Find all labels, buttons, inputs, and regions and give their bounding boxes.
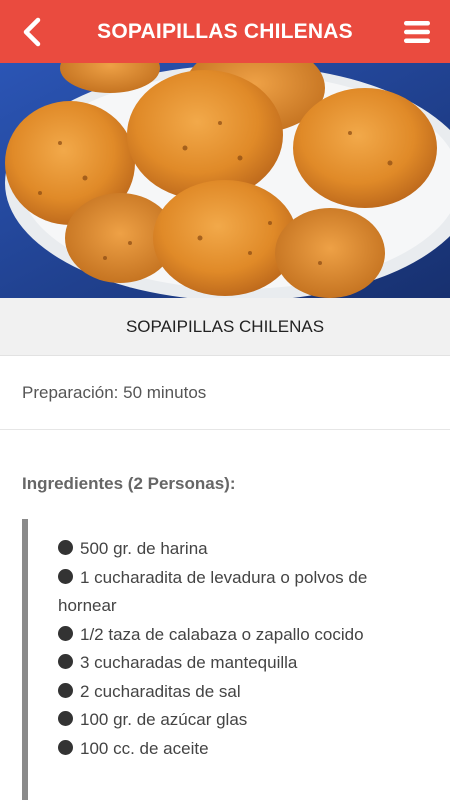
bullet-icon	[58, 739, 73, 755]
bullet-icon	[58, 540, 73, 555]
recipe-title: SOPAIPILLAS CHILENAS	[0, 298, 450, 356]
hamburger-menu-icon	[404, 21, 430, 43]
app-bar: SOPAIPILLAS CHILENAS	[0, 0, 450, 63]
ingredient-item: 100 cc. de aceite	[58, 735, 422, 764]
bullet-icon	[58, 568, 73, 584]
menu-button[interactable]	[402, 17, 432, 47]
ingredients-list: 500 gr. de harina 1 cucharadita de levad…	[58, 535, 422, 763]
back-button[interactable]	[18, 16, 46, 48]
ingredients-heading: Ingredientes (2 Personas):	[22, 474, 236, 493]
ingredient-item: 1 cucharadita de levadura o polvos de ho…	[58, 567, 368, 615]
chevron-left-icon	[23, 17, 41, 47]
bullet-icon	[58, 711, 73, 726]
preparation-time: Preparación: 50 minutos	[0, 356, 450, 430]
bullet-icon	[58, 654, 73, 669]
ingredients-block: 500 gr. de harina 1 cucharadita de levad…	[22, 519, 432, 800]
ingredient-item: 2 cucharaditas de sal	[58, 678, 422, 707]
app-bar-title: SOPAIPILLAS CHILENAS	[97, 19, 353, 43]
ingredient-item: 3 cucharadas de mantequilla	[58, 649, 422, 678]
ingredient-item: 500 gr. de harina	[58, 535, 422, 564]
bullet-icon	[58, 682, 73, 698]
ingredient-item: 100 gr. de azúcar glas	[58, 706, 422, 735]
ingredient-item: 1/2 taza de calabaza o zapallo cocido	[58, 621, 422, 650]
bullet-icon	[58, 625, 73, 641]
recipe-photo	[0, 63, 450, 298]
